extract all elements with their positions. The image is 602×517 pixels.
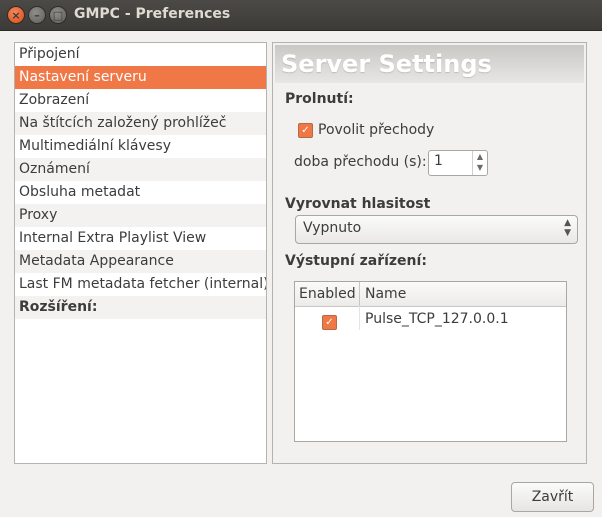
sidebar-item-extra-playlist-view[interactable]: Internal Extra Playlist View bbox=[15, 227, 266, 250]
column-header-name[interactable]: Name bbox=[365, 286, 406, 302]
replaygain-combobox[interactable]: Vypnuto ▲ ▼ bbox=[295, 215, 578, 244]
output-devices-table: Enabled Name ✓ Pulse_TCP_127.0.0.1 bbox=[294, 281, 567, 442]
sidebar-item-server-settings[interactable]: Nastavení serveru bbox=[15, 66, 266, 89]
column-separator bbox=[359, 282, 360, 306]
sidebar-item-connection[interactable]: Připojení bbox=[15, 43, 266, 66]
enable-crossfade-label: Povolit přechody bbox=[318, 122, 435, 138]
close-window-icon[interactable]: × bbox=[7, 6, 25, 24]
combo-arrows-icon: ▲ ▼ bbox=[564, 218, 571, 238]
spinner-arrows-icon[interactable]: ▲ ▼ bbox=[472, 151, 487, 175]
crossfade-duration-spinner[interactable]: 1 ▲ ▼ bbox=[428, 150, 488, 176]
settings-header: Server Settings bbox=[275, 45, 584, 83]
replaygain-section-label: Vyrovnat hlasitost bbox=[285, 196, 431, 212]
title-bar: × – □ GMPC - Preferences bbox=[0, 0, 602, 31]
sidebar-item-proxy[interactable]: Proxy bbox=[15, 204, 266, 227]
sidebar-item-multimedia-keys[interactable]: Multimediální klávesy bbox=[15, 135, 266, 158]
window-title: GMPC - Preferences bbox=[74, 6, 231, 22]
sidebar-item-metadata-handler[interactable]: Obsluha metadat bbox=[15, 181, 266, 204]
sidebar-item-display[interactable]: Zobrazení bbox=[15, 89, 266, 112]
maximize-window-icon[interactable]: □ bbox=[49, 6, 67, 24]
close-button[interactable]: Zavřít bbox=[511, 482, 594, 512]
sidebar-item-lastfm-fetcher[interactable]: Last FM metadata fetcher (internal) bbox=[15, 273, 266, 296]
sidebar-item-tag-browser[interactable]: Na štítcích založený prohlížeč bbox=[15, 112, 266, 135]
column-header-enabled[interactable]: Enabled bbox=[299, 286, 356, 302]
minimize-window-icon[interactable]: – bbox=[28, 6, 46, 24]
output-enabled-checkbox[interactable]: ✓ bbox=[322, 315, 337, 330]
crossfade-duration-label: doba přechodu (s): bbox=[294, 154, 427, 170]
enable-crossfade-checkbox[interactable]: ✓ bbox=[298, 123, 313, 138]
sidebar-item-notifications[interactable]: Oznámení bbox=[15, 158, 266, 181]
crossfade-duration-value[interactable]: 1 bbox=[434, 153, 443, 169]
table-header: Enabled Name bbox=[295, 282, 566, 307]
crossfade-section-label: Prolnutí: bbox=[285, 91, 354, 107]
replaygain-value: Vypnuto bbox=[303, 220, 362, 236]
row-separator bbox=[359, 306, 360, 330]
output-device-name[interactable]: Pulse_TCP_127.0.0.1 bbox=[365, 311, 509, 327]
preferences-category-list: Připojení Nastavení serveru Zobrazení Na… bbox=[14, 42, 267, 464]
settings-header-title: Server Settings bbox=[281, 50, 492, 78]
sidebar-item-metadata-appearance[interactable]: Metadata Appearance bbox=[15, 250, 266, 273]
outputs-section-label: Výstupní zařízení: bbox=[285, 253, 427, 269]
sidebar-item-extensions[interactable]: Rozšíření: bbox=[15, 296, 266, 319]
